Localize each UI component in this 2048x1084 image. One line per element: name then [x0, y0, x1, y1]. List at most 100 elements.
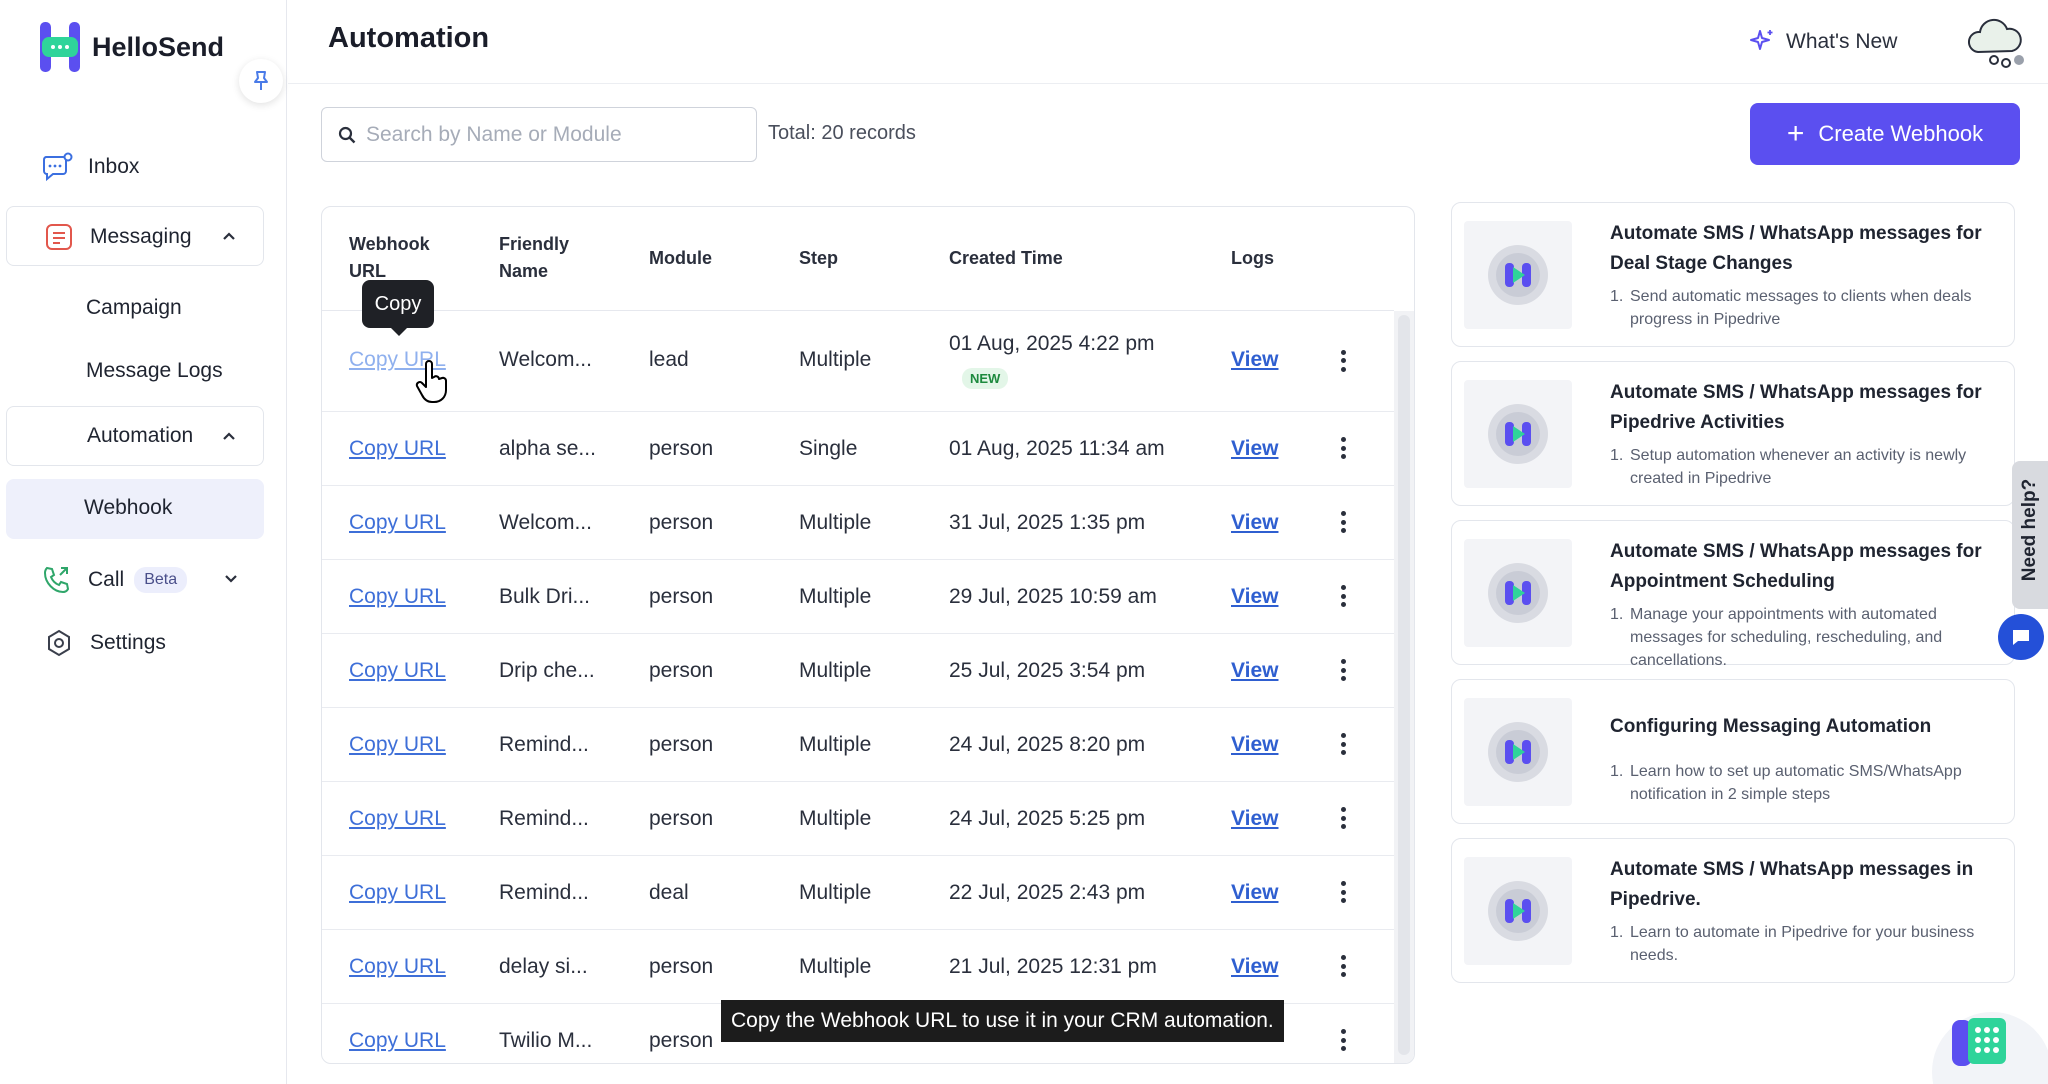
more-actions-icon[interactable] [1339, 659, 1347, 683]
created-time-cell: 25 Jul, 2025 3:54 pm [949, 659, 1146, 682]
more-actions-icon[interactable] [1339, 437, 1347, 461]
scrollbar-thumb[interactable] [1398, 315, 1410, 1055]
search-input[interactable] [366, 122, 746, 147]
help-card[interactable]: Configuring Messaging Automation 1. Learn … [1451, 679, 2015, 824]
more-actions-icon[interactable] [1339, 955, 1347, 979]
copy-url-link[interactable]: Copy URL [349, 881, 446, 905]
more-actions-icon[interactable] [1339, 349, 1347, 374]
table-row: Copy URL delay si... person Multiple 21 Jul,… [322, 930, 1394, 1004]
table-row: Copy URL Bulk Dri... person Multiple 29 Jul,… [322, 560, 1394, 634]
module-cell: person [649, 585, 714, 608]
sidebar-item-inbox[interactable]: Inbox [40, 150, 139, 184]
copy-url-link[interactable]: Copy URL [349, 437, 446, 461]
view-logs-link[interactable]: View [1231, 348, 1278, 372]
pin-icon [254, 71, 268, 90]
video-thumbnail[interactable] [1464, 380, 1572, 488]
video-caption: Copy the Webhook URL to use it in your C… [721, 1000, 1284, 1042]
friendly-name-cell: alpha se... [499, 437, 596, 460]
sidebar-item-label: Inbox [88, 155, 140, 178]
module-cell: person [649, 807, 714, 830]
video-thumbnail[interactable] [1464, 221, 1572, 329]
help-card[interactable]: Automate SMS / WhatsApp messages for Pip… [1451, 361, 2015, 506]
card-description: 1. Send automatic messages to clients whe… [1610, 285, 2000, 331]
more-actions-icon[interactable] [1339, 733, 1347, 757]
sidebar-item-call[interactable]: Call Beta [40, 563, 188, 597]
hellosend-logo-icon [38, 20, 82, 74]
sidebar-item-automation[interactable]: Automation [87, 424, 193, 448]
video-thumbnail[interactable] [1464, 698, 1572, 806]
help-card[interactable]: Automate SMS / WhatsApp messages in Pipe… [1451, 838, 2015, 983]
step-cell: Single [799, 437, 858, 460]
help-card[interactable]: Automate SMS / WhatsApp messages for Dea… [1451, 202, 2015, 347]
create-webhook-button[interactable]: + Create Webhook [1750, 103, 2020, 165]
whats-new-button[interactable]: What's New [1748, 28, 1897, 56]
sidebar-item-campaign[interactable]: Campaign [86, 296, 182, 320]
friendly-name-cell: Welcom... [499, 511, 592, 534]
more-actions-icon[interactable] [1339, 881, 1347, 905]
copy-url-link[interactable]: Copy URL [349, 511, 446, 535]
copy-url-link[interactable]: Copy URL [349, 585, 446, 609]
more-actions-icon[interactable] [1339, 511, 1347, 535]
step-cell: Multiple [799, 881, 872, 904]
chat-button[interactable] [1998, 614, 2044, 660]
avatar[interactable] [1964, 12, 2026, 74]
more-actions-icon[interactable] [1339, 585, 1347, 609]
need-help-tab[interactable]: Need help? [2012, 461, 2048, 609]
dialer-widget[interactable] [1926, 1006, 2048, 1084]
more-actions-icon[interactable] [1339, 1029, 1347, 1053]
created-time-cell: 01 Aug, 2025 4:22 pm [949, 332, 1155, 355]
view-logs-link[interactable]: View [1231, 659, 1278, 683]
sparkle-icon [1750, 30, 1773, 50]
friendly-name-cell: Twilio M... [499, 1029, 593, 1052]
view-logs-link[interactable]: View [1231, 807, 1278, 831]
sidebar-item-message-logs[interactable]: Message Logs [86, 359, 223, 383]
pin-sidebar-button[interactable] [239, 59, 283, 103]
sidebar-item-settings[interactable]: Settings [42, 626, 166, 660]
copy-url-link[interactable]: Copy URL [349, 733, 446, 757]
view-logs-link[interactable]: View [1231, 437, 1278, 461]
phone-icon [40, 563, 74, 597]
view-logs-link[interactable]: View [1231, 881, 1278, 905]
new-badge: NEW [962, 368, 1009, 389]
card-desc-number: 1. [1610, 924, 1624, 941]
column-header-step: Step [799, 248, 839, 268]
whats-new-label: What's New [1786, 30, 1898, 53]
created-time-cell: 24 Jul, 2025 8:20 pm [949, 733, 1146, 756]
chevron-down-icon[interactable] [223, 570, 239, 586]
card-desc-number: 1. [1610, 763, 1624, 780]
search-icon [338, 126, 356, 143]
view-logs-link[interactable]: View [1231, 585, 1278, 609]
help-card[interactable]: Automate SMS / WhatsApp messages for App… [1451, 520, 2015, 669]
view-logs-link[interactable]: View [1231, 733, 1278, 757]
app-name: HelloSend [92, 31, 225, 62]
card-description: 1. Learn how to set up automatic SMS/What… [1610, 760, 2000, 806]
module-cell: deal [649, 881, 689, 904]
chevron-up-icon[interactable] [221, 229, 237, 245]
view-logs-link[interactable]: View [1231, 511, 1278, 535]
more-actions-icon[interactable] [1339, 807, 1347, 831]
card-description: 1. Setup automation whenever an activity … [1610, 444, 2000, 490]
dialer-icon [1932, 1012, 2048, 1084]
sidebar-item-webhook[interactable]: Webhook [84, 496, 172, 520]
play-video-icon [1488, 404, 1548, 464]
copy-url-link[interactable]: Copy URL [349, 955, 446, 979]
chat-bubble-icon [40, 150, 74, 184]
sidebar-item-label: Call [88, 568, 125, 591]
app-logo[interactable]: HelloSend [38, 20, 224, 74]
sidebar-item-messaging[interactable]: Messaging [42, 220, 192, 254]
search-input-container[interactable] [321, 107, 757, 162]
chevron-up-icon[interactable] [221, 429, 237, 445]
created-time-cell: 24 Jul, 2025 5:25 pm [949, 807, 1146, 830]
video-thumbnail[interactable] [1464, 539, 1572, 647]
table-row: Copy URL Remind... deal Multiple 22 Jul, 202… [322, 856, 1394, 930]
copy-url-link[interactable]: Copy URL [349, 659, 446, 683]
copy-url-link[interactable]: Copy URL [349, 1029, 446, 1053]
view-logs-link[interactable]: View [1231, 955, 1278, 979]
step-cell: Multiple [799, 807, 872, 830]
friendly-name-cell: Remind... [499, 733, 589, 756]
step-cell: Multiple [799, 585, 872, 608]
table-scrollbar[interactable] [1394, 311, 1414, 1063]
copy-url-link[interactable]: Copy URL [349, 807, 446, 831]
card-description: 1. Learn to automate in Pipedrive for you… [1610, 921, 2000, 967]
video-thumbnail[interactable] [1464, 857, 1572, 965]
